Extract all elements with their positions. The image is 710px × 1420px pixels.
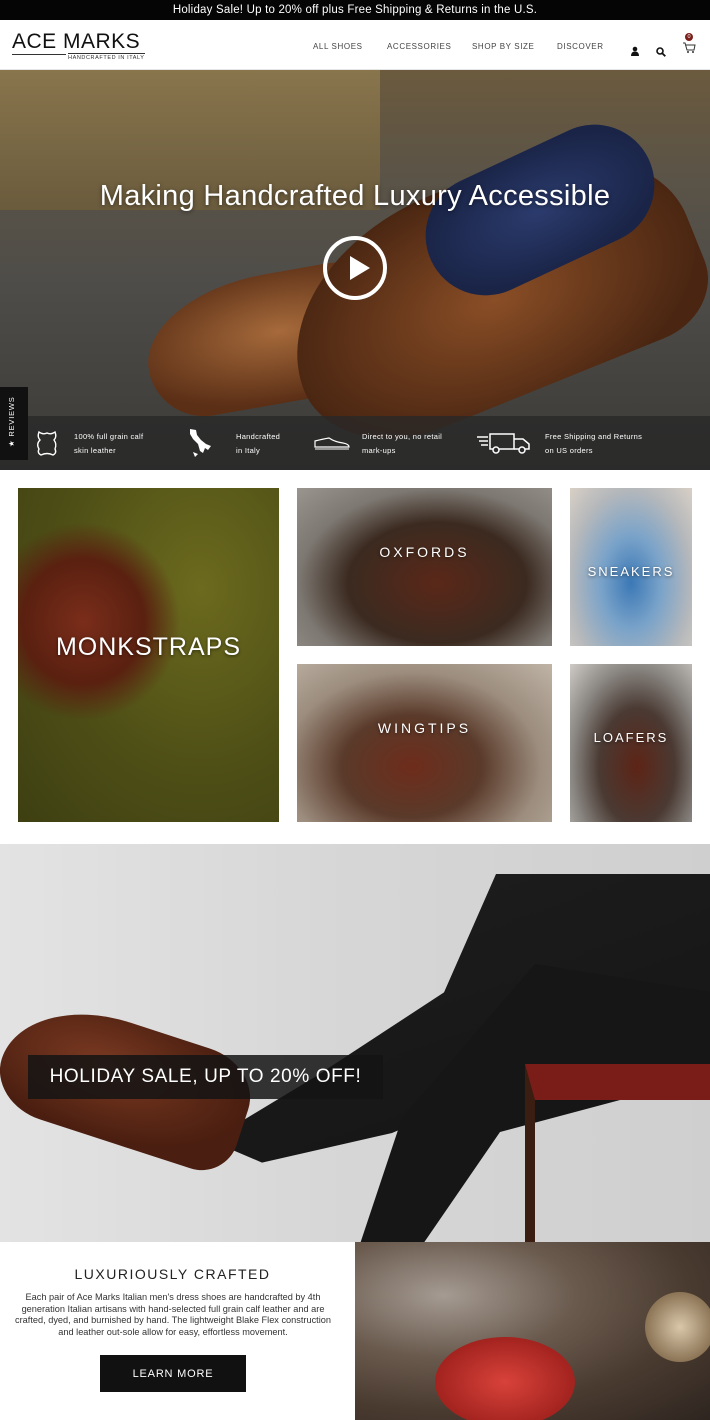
promo-text: Holiday Sale! Up to 20% off plus Free Sh…: [172, 4, 538, 16]
leather-hide-icon: [30, 428, 64, 458]
category-tile-wingtips[interactable]: WINGTIPS: [297, 664, 552, 822]
logo-divider: [12, 54, 66, 55]
reviews-tab[interactable]: ★ REVIEWS: [0, 387, 28, 460]
nav-discover[interactable]: DISCOVER: [557, 42, 604, 51]
artisan-red-shoe: [435, 1337, 575, 1420]
logo-text: ACE MARKS: [12, 30, 141, 53]
feature-4-line1: Free Shipping and Returns: [545, 432, 643, 441]
artisan-nail-bowl: [645, 1292, 710, 1362]
nav-all-shoes[interactable]: ALL SHOES: [313, 42, 363, 51]
feature-3: Direct to you, no retail mark-ups: [362, 430, 442, 458]
feature-1: 100% full grain calf skin leather: [74, 430, 143, 458]
crafted-title: LUXURIOUSLY CRAFTED: [74, 1266, 271, 1282]
feature-4: Free Shipping and Returns on US orders: [545, 430, 642, 458]
logo-tagline: HANDCRAFTED IN ITALY: [68, 53, 145, 61]
crafted-body: Each pair of Ace Marks Italian men's dre…: [15, 1292, 331, 1337]
promo-bar: Holiday Sale! Up to 20% off plus Free Sh…: [0, 0, 710, 20]
user-icon[interactable]: [630, 43, 640, 61]
hero-section: Making Handcrafted Luxury Accessible: [0, 70, 710, 470]
sale-banner-caption: HOLIDAY SALE, UP TO 20% OFF!: [28, 1055, 383, 1099]
hero-title: Making Handcrafted Luxury Accessible: [99, 180, 611, 212]
nav-accessories[interactable]: ACCESSORIES: [387, 42, 451, 51]
cart-icon[interactable]: [682, 40, 696, 59]
reviews-tab-label: ★ REVIEWS: [7, 396, 16, 447]
site-header: ACE MARKS HANDCRAFTED IN ITALY ALL SHOES…: [0, 20, 710, 70]
feature-strip: 100% full grain calf skin leather Handcr…: [0, 416, 710, 470]
category-tile-oxfords[interactable]: OXFORDS: [297, 488, 552, 646]
category-tile-monkstraps[interactable]: MONKSTRAPS: [18, 488, 279, 822]
category-label-loafers: LOAFERS: [593, 730, 669, 745]
shoe-icon: [312, 428, 352, 458]
feature-3-line1: Direct to you, no retail: [362, 432, 443, 441]
category-label-oxfords: OXFORDS: [379, 544, 470, 560]
feature-2-line1: Handcrafted: [236, 432, 281, 441]
feature-1-line1: 100% full grain calf: [74, 432, 144, 441]
category-label-monkstraps: MONKSTRAPS: [55, 633, 242, 661]
sale-banner[interactable]: HOLIDAY SALE, UP TO 20% OFF!: [0, 844, 710, 1242]
crafted-section: LUXURIOUSLY CRAFTED Each pair of Ace Mar…: [0, 1242, 355, 1420]
category-tile-loafers[interactable]: LOAFERS: [570, 664, 692, 822]
banner-chair-image: [525, 1064, 710, 1242]
feature-1-line2: skin leather: [74, 446, 116, 455]
category-label-wingtips: WINGTIPS: [377, 720, 472, 736]
category-label-sneakers: SNEAKERS: [587, 564, 675, 579]
logo[interactable]: ACE MARKS HANDCRAFTED IN ITALY: [12, 30, 152, 61]
feature-3-line2: mark-ups: [362, 446, 396, 455]
feature-2-line2: in Italy: [236, 446, 261, 455]
search-icon[interactable]: [656, 44, 666, 62]
feature-2: Handcrafted in Italy: [236, 430, 280, 458]
truck-icon: [476, 428, 532, 458]
italy-map-icon: [182, 428, 216, 458]
category-tile-sneakers[interactable]: SNEAKERS: [570, 488, 692, 646]
artisan-image: [355, 1242, 710, 1420]
cart-count-badge: 0: [685, 33, 693, 41]
nav-shop-by-size[interactable]: SHOP BY SIZE: [472, 42, 534, 51]
learn-more-button[interactable]: LEARN MORE: [100, 1355, 246, 1392]
play-icon[interactable]: [323, 236, 387, 300]
feature-4-line2: on US orders: [545, 446, 593, 455]
